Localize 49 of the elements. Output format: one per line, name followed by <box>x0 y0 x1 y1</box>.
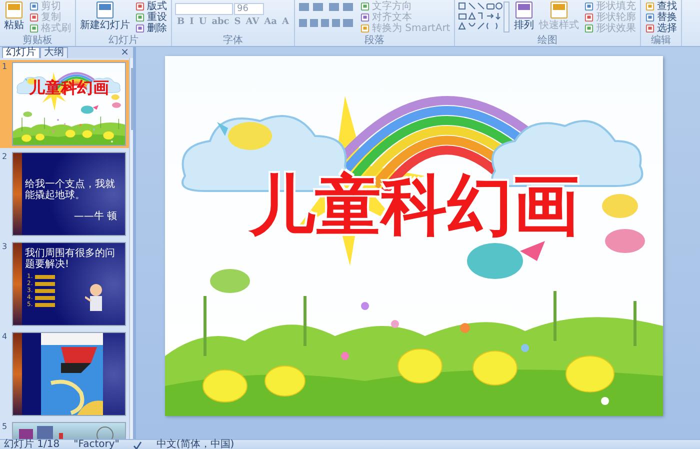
tool-icon <box>360 13 370 22</box>
slide-number: 1 <box>2 62 8 73</box>
slide-number: 4 <box>2 332 8 343</box>
tool-icon <box>645 24 656 33</box>
panel-tab[interactable]: 幻灯片 <box>2 47 40 58</box>
shape-gallery-drawing[interactable] <box>458 1 510 33</box>
ribbon-button[interactable]: 粘贴 <box>3 1 25 31</box>
group-label: 编辑 <box>650 36 672 46</box>
ribbon-command[interactable]: 重设 <box>134 12 168 23</box>
language-label[interactable]: 中文(简体，中国) <box>156 440 234 449</box>
slide-author: ——牛 顿 <box>74 211 117 222</box>
slide-text: 给我一个支点，我就能撬起地球。 <box>25 179 116 201</box>
group-label: 剪贴板 <box>22 36 54 46</box>
font-field[interactable] <box>175 3 233 15</box>
group-label: 段落 <box>364 36 386 46</box>
close-button[interactable]: × <box>120 48 129 58</box>
slide-heading: 我们周围有很多的问题要解决! <box>25 248 116 270</box>
panel-tab[interactable]: 大纲 <box>40 47 68 58</box>
ribbon-command[interactable]: 选择 <box>644 23 678 34</box>
document-icon <box>550 1 568 19</box>
slide-counter: 幻灯片 1/18 <box>4 440 60 449</box>
theme-name: "Factory" <box>74 440 120 449</box>
group-label: 字体 <box>222 36 244 46</box>
ribbon-command[interactable]: 版式 <box>134 1 168 12</box>
document-icon <box>5 1 23 19</box>
slide-number: 5 <box>2 422 8 433</box>
spelling-check-icon[interactable] <box>133 440 142 449</box>
ribbon-button[interactable]: 新建幻灯片 <box>79 1 131 31</box>
document-icon <box>515 1 534 19</box>
slide-number: 2 <box>2 152 8 163</box>
tool-icon <box>360 2 370 11</box>
slide-thumbnail-item[interactable]: 2 给我一个支点，我就能撬起地球。 ——牛 顿 <box>0 150 129 238</box>
tool-icon <box>584 2 594 11</box>
ribbon-command[interactable]: 查找 <box>644 1 678 12</box>
group-label: 幻灯片 <box>108 36 140 46</box>
group-label: 绘图 <box>536 36 559 46</box>
slide-thumbnail-item[interactable]: 5 <box>0 420 129 439</box>
tool-icon <box>645 13 656 22</box>
tool-icon <box>645 2 656 11</box>
tool-icon <box>584 13 594 22</box>
slide-number: 3 <box>2 242 8 253</box>
slide-thumbnail-item[interactable]: 4 <box>0 330 129 418</box>
ribbon-command[interactable]: 删除 <box>134 23 168 34</box>
scrollbar[interactable] <box>129 58 133 439</box>
tool-icon <box>360 24 370 33</box>
document-icon <box>96 1 114 19</box>
ribbon-command[interactable]: 替换 <box>644 12 678 23</box>
tool-icon <box>584 24 594 33</box>
ribbon-button[interactable]: 排列 <box>513 1 536 31</box>
